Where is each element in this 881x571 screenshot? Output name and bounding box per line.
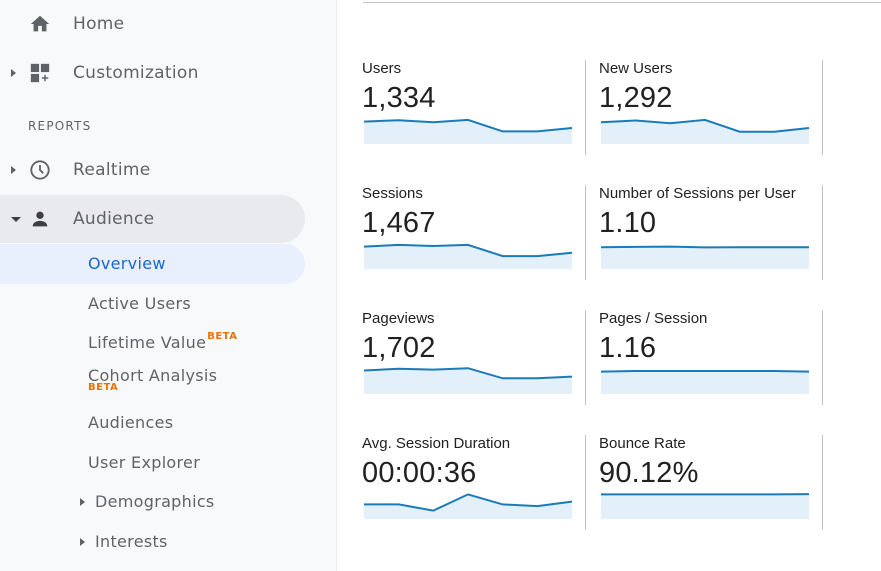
sparkline-area bbox=[601, 371, 809, 394]
sparkline-chart bbox=[363, 243, 573, 269]
nav-active-users[interactable]: Active Users bbox=[88, 294, 191, 313]
expand-arrow-icon[interactable] bbox=[11, 166, 16, 174]
metric-title: Sessions bbox=[362, 185, 423, 202]
metric-tile[interactable]: Users 1,334 bbox=[362, 60, 584, 155]
sparkline-area bbox=[601, 494, 809, 519]
metric-divider bbox=[585, 435, 586, 530]
metric-tile[interactable]: Avg. Session Duration 00:00:36 bbox=[362, 435, 584, 530]
sparkline-chart bbox=[601, 493, 810, 519]
metric-value: 1,334 bbox=[362, 82, 436, 114]
reports-section-header: REPORTS bbox=[28, 119, 92, 133]
sparkline-area bbox=[364, 244, 572, 269]
clock-icon bbox=[29, 159, 51, 181]
metric-tile[interactable]: Bounce Rate 90.12% bbox=[599, 435, 821, 530]
nav-home-label: Home bbox=[73, 14, 125, 34]
person-icon bbox=[29, 208, 51, 230]
metric-divider bbox=[822, 435, 823, 530]
metric-divider bbox=[585, 60, 586, 155]
nav-realtime-label: Realtime bbox=[73, 160, 151, 180]
metric-tile[interactable]: Pageviews 1,702 bbox=[362, 310, 584, 405]
sparkline-chart bbox=[600, 118, 810, 144]
sparkline-chart bbox=[600, 370, 810, 394]
metric-value: 1,702 bbox=[362, 332, 436, 364]
expand-arrow-icon[interactable] bbox=[80, 538, 85, 546]
metric-value: 1.10 bbox=[599, 207, 657, 239]
sparkline-chart bbox=[364, 493, 573, 519]
nav-cohort-analysis[interactable]: Cohort Analysis BETA bbox=[88, 366, 217, 393]
collapse-arrow-icon[interactable] bbox=[11, 216, 21, 222]
dashboard-add-icon bbox=[29, 62, 51, 84]
nav-interests[interactable]: Interests bbox=[95, 532, 168, 551]
home-icon bbox=[29, 13, 51, 35]
metric-value: 1.16 bbox=[599, 332, 657, 364]
nav-audience-label: Audience bbox=[73, 209, 155, 229]
metric-title: New Users bbox=[599, 60, 673, 77]
sparkline-area bbox=[601, 246, 809, 269]
top-divider bbox=[363, 2, 881, 3]
metric-value: 90.12% bbox=[599, 457, 699, 489]
nav-lifetime-value[interactable]: Lifetime ValueBETA bbox=[88, 331, 238, 352]
sparkline-line bbox=[600, 370, 810, 373]
beta-badge: BETA bbox=[207, 331, 238, 342]
metric-tile[interactable]: Pages / Session 1.16 bbox=[599, 310, 821, 405]
metric-title: Bounce Rate bbox=[599, 435, 686, 452]
metric-divider bbox=[822, 60, 823, 155]
metric-value: 00:00:36 bbox=[362, 457, 477, 489]
nav-overview[interactable]: Overview bbox=[88, 254, 166, 273]
metric-tile[interactable]: New Users 1,292 bbox=[599, 60, 821, 155]
metric-divider bbox=[585, 185, 586, 280]
nav-customization-label: Customization bbox=[73, 63, 199, 83]
metric-title: Pageviews bbox=[362, 310, 435, 327]
beta-badge: BETA bbox=[88, 382, 119, 393]
metric-divider bbox=[822, 185, 823, 280]
nav-user-explorer[interactable]: User Explorer bbox=[88, 453, 200, 472]
expand-arrow-icon[interactable] bbox=[11, 69, 16, 77]
metric-divider bbox=[822, 310, 823, 405]
metric-tile[interactable]: Sessions 1,467 bbox=[362, 185, 584, 280]
metric-title: Pages / Session bbox=[599, 310, 708, 327]
metric-value: 1,292 bbox=[599, 82, 673, 114]
metric-value: 1,467 bbox=[362, 207, 436, 239]
sparkline-line bbox=[600, 245, 809, 249]
metric-title: Number of Sessions per User bbox=[599, 185, 796, 202]
sparkline-chart bbox=[363, 118, 573, 144]
sparkline-area bbox=[364, 494, 572, 519]
sparkline-chart bbox=[600, 245, 809, 269]
nav-demographics[interactable]: Demographics bbox=[95, 492, 215, 511]
sidebar: Home Customization REPORTS Realtime Audi… bbox=[0, 0, 337, 571]
sparkline-chart bbox=[363, 367, 573, 394]
sparkline-area bbox=[364, 368, 572, 394]
metric-title: Users bbox=[362, 60, 402, 77]
metric-title: Avg. Session Duration bbox=[362, 435, 511, 452]
expand-arrow-icon[interactable] bbox=[80, 498, 85, 506]
nav-lifetime-value-label: Lifetime Value bbox=[88, 333, 207, 352]
metric-divider bbox=[585, 310, 586, 405]
nav-audiences[interactable]: Audiences bbox=[88, 413, 173, 432]
metric-tile[interactable]: Number of Sessions per User 1.10 bbox=[599, 185, 821, 280]
